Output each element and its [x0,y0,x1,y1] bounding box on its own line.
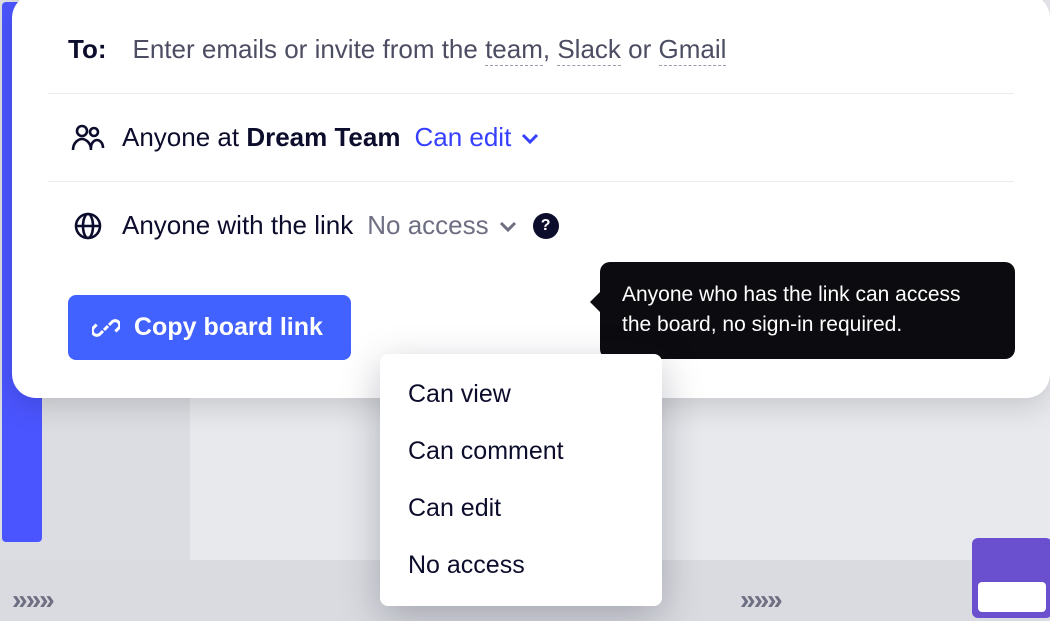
invite-row: To: Enter emails or invite from the team… [48,22,1014,94]
invite-from-team-link[interactable]: team [485,34,543,66]
chevron-down-icon [521,132,539,144]
link-permission-select[interactable]: No access [367,210,516,241]
permission-option-can-view[interactable]: Can view [380,366,662,423]
team-permission-select[interactable]: Can edit [414,122,539,153]
globe-icon [68,211,108,241]
copy-board-link-button[interactable]: Copy board link [68,295,351,360]
team-name: Dream Team [246,122,400,152]
permission-option-can-comment[interactable]: Can comment [380,423,662,480]
invite-from-gmail-link[interactable]: Gmail [659,34,727,66]
invite-input[interactable]: Enter emails or invite from the team, Sl… [133,34,727,65]
people-icon [68,123,108,153]
link-icon [92,314,120,342]
invite-from-slack-link[interactable]: Slack [557,34,621,66]
team-access-row: Anyone at Dream Team Can edit [48,94,1014,182]
team-permission-value: Can edit [414,122,511,153]
placeholder-prefix: Enter emails or invite from the [133,34,486,64]
copy-button-label: Copy board link [134,313,323,342]
link-access-label: Anyone with the link [122,210,353,241]
link-permission-dropdown: Can view Can comment Can edit No access [380,354,662,606]
team-access-label: Anyone at Dream Team [122,122,400,153]
tooltip-text: Anyone who has the link can access the b… [622,283,961,336]
link-access-row: Anyone with the link No access ? [48,182,1014,271]
permission-option-can-edit[interactable]: Can edit [380,480,662,537]
to-label: To: [68,34,107,65]
link-access-tooltip: Anyone who has the link can access the b… [600,262,1015,359]
permission-option-no-access[interactable]: No access [380,537,662,594]
chevron-down-icon [499,220,517,232]
link-permission-value: No access [367,210,488,241]
help-icon[interactable]: ? [533,213,559,239]
